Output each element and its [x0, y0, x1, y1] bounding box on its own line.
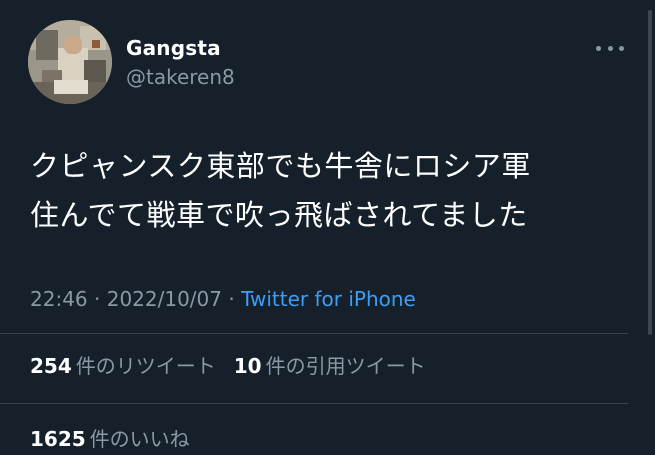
- retweets-count: 254: [30, 354, 72, 378]
- tweet-source-link[interactable]: Twitter for iPhone: [241, 287, 416, 311]
- scrollbar[interactable]: [648, 10, 652, 335]
- engagement-stats: 254 件のリツイート 10 件の引用ツイート: [30, 351, 444, 381]
- user-handle[interactable]: @takeren8: [126, 63, 235, 91]
- retweets-label: 件のリツイート: [75, 354, 216, 378]
- divider: [0, 403, 628, 404]
- divider: [0, 333, 628, 334]
- tweet-text: クピャンスク東部でも牛舎にロシア軍 住んでて戦車で吹っ飛ばされてました: [30, 142, 630, 240]
- tweet-header: Gangsta @takeren8: [28, 20, 628, 106]
- tweet-meta: 22:46 · 2022/10/07 · Twitter for iPhone: [30, 284, 416, 314]
- meta-separator: ·: [222, 287, 242, 311]
- likes-count: 1625: [30, 427, 86, 451]
- quotes-label: 件の引用ツイート: [265, 354, 426, 378]
- tweet-date[interactable]: 2022/10/07: [107, 287, 222, 311]
- more-options-icon[interactable]: [596, 40, 624, 56]
- user-info[interactable]: Gangsta @takeren8: [126, 34, 235, 91]
- more-dot: [619, 45, 624, 51]
- avatar-image: [28, 20, 112, 104]
- tweet-time[interactable]: 22:46: [30, 287, 88, 311]
- tweet-text-line: 住んでて戦車で吹っ飛ばされてました: [30, 198, 528, 232]
- likes-label: 件のいいね: [89, 427, 190, 451]
- more-dot: [607, 45, 613, 51]
- quotes-stat[interactable]: 10 件の引用ツイート: [234, 351, 426, 381]
- tweet-detail: Gangsta @takeren8 クピャンスク東部でも牛舎にロシア軍 住んでて…: [0, 0, 655, 455]
- meta-separator: ·: [87, 287, 107, 311]
- more-dot: [596, 45, 601, 51]
- tweet-text-line: クピャンスク東部でも牛舎にロシア軍: [30, 149, 531, 183]
- quotes-count: 10: [233, 354, 262, 378]
- retweets-stat[interactable]: 254 件のリツイート: [30, 351, 216, 381]
- likes-stat[interactable]: 1625 件のいいね: [30, 424, 190, 454]
- avatar[interactable]: [28, 20, 112, 104]
- likes-row: 1625 件のいいね: [30, 424, 208, 454]
- display-name[interactable]: Gangsta: [126, 34, 235, 62]
